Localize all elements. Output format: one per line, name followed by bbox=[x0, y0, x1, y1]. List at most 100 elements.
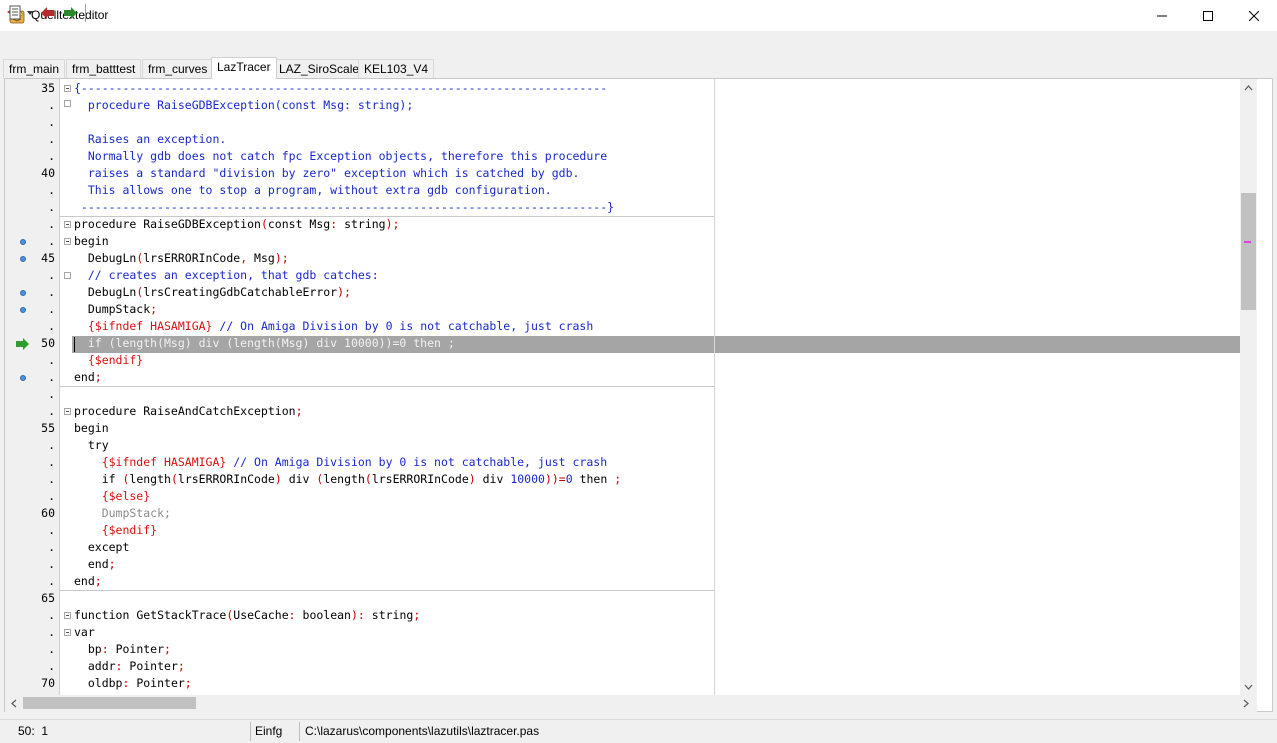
code-line: oldbp: Pointer; bbox=[74, 676, 192, 690]
line-dot: . bbox=[48, 608, 55, 622]
line-dot: . bbox=[48, 200, 55, 214]
code-line: ----------------------------------------… bbox=[74, 200, 615, 214]
breakpoint-marker[interactable] bbox=[20, 307, 26, 313]
title-bar bbox=[0, 0, 1277, 32]
code-line: raises a standard "division by zero" exc… bbox=[74, 166, 580, 180]
code-line-inactive: DumpStack; bbox=[74, 506, 171, 520]
tab-frm-batttest[interactable]: frm_batttest bbox=[66, 59, 142, 78]
vertical-scrollbar[interactable] bbox=[1240, 79, 1257, 695]
fold-toggle-icon[interactable] bbox=[64, 221, 71, 228]
code-line: Normally gdb does not catch fpc Exceptio… bbox=[74, 149, 608, 163]
fold-toggle-icon[interactable] bbox=[64, 85, 71, 92]
line-dot: . bbox=[48, 132, 55, 146]
toolbar bbox=[0, 31, 1277, 57]
status-separator bbox=[299, 722, 300, 741]
code-line: try bbox=[74, 438, 109, 452]
tab-frm-curves[interactable]: frm_curves bbox=[142, 59, 214, 78]
code-line: // creates an exception, that gdb catche… bbox=[74, 268, 379, 282]
fold-toggle-icon[interactable] bbox=[64, 629, 71, 636]
code-line: var bbox=[74, 625, 95, 639]
file-path: C:\lazarus\components\lazutils\laztracer… bbox=[305, 724, 540, 738]
code-line: {$endif} bbox=[74, 523, 158, 537]
line-dot: . bbox=[48, 472, 55, 486]
code-line: if (length(lrsERRORInCode) div (length(l… bbox=[74, 472, 622, 486]
code-line: procedure RaiseAndCatchException; bbox=[74, 404, 303, 418]
jump-list-button[interactable] bbox=[4, 3, 36, 23]
line-number: 65 bbox=[41, 591, 55, 605]
breakpoint-marker[interactable] bbox=[20, 375, 26, 381]
scroll-left-button[interactable] bbox=[5, 695, 22, 712]
code-line: DumpStack; bbox=[74, 302, 158, 316]
line-dot: . bbox=[48, 557, 55, 571]
line-dot: . bbox=[48, 438, 55, 452]
close-button[interactable] bbox=[1231, 0, 1277, 31]
cursor-position: 50: 1 bbox=[18, 724, 49, 738]
line-dot: . bbox=[48, 149, 55, 163]
line-dot: . bbox=[48, 625, 55, 639]
breakpoint-marker[interactable] bbox=[20, 290, 26, 296]
fold-toggle-icon[interactable] bbox=[64, 612, 71, 619]
text-caret bbox=[74, 337, 75, 352]
code-line: function GetStackTrace(UseCache: boolean… bbox=[74, 608, 421, 622]
scroll-down-button[interactable] bbox=[1240, 678, 1257, 695]
execution-point-arrow-icon bbox=[16, 338, 29, 350]
block-divider bbox=[60, 386, 714, 387]
line-dot: . bbox=[48, 285, 55, 299]
code-line: except bbox=[74, 540, 130, 554]
maximize-button[interactable] bbox=[1185, 0, 1231, 31]
toolbar-separator bbox=[85, 4, 86, 22]
tab-frm-main[interactable]: frm_main bbox=[3, 59, 66, 78]
fold-end-icon bbox=[64, 100, 71, 107]
scroll-up-button[interactable] bbox=[1240, 79, 1257, 96]
code-line-current: if (length(Msg) div (length(Msg) div 100… bbox=[74, 336, 455, 350]
chevron-right-icon bbox=[1243, 699, 1249, 708]
status-bar: 50: 1 Einfg C:\lazarus\components\lazuti… bbox=[0, 719, 1277, 743]
line-dot: . bbox=[48, 183, 55, 197]
code-line: {---------------------------------------… bbox=[74, 81, 608, 95]
status-separator bbox=[250, 722, 251, 741]
code-line: {$ifndef HASAMIGA} // On Amiga Division … bbox=[74, 455, 608, 469]
chevron-down-icon bbox=[1244, 684, 1253, 690]
code-line: end; bbox=[74, 557, 116, 571]
tab-kel103-v4[interactable]: KEL103_V4 bbox=[358, 59, 435, 78]
jump-forward-button[interactable] bbox=[61, 3, 79, 23]
arrow-right-icon bbox=[64, 7, 77, 19]
line-dot: . bbox=[48, 574, 55, 588]
jump-back-button[interactable] bbox=[39, 3, 57, 23]
chevron-up-icon bbox=[1244, 84, 1253, 90]
editor-tabs: frm_main frm_batttest frm_curves LazTrac… bbox=[0, 57, 1277, 79]
tab-laz-siroscale[interactable]: LAZ_SiroScale bbox=[273, 59, 366, 78]
vertical-scroll-thumb[interactable] bbox=[1241, 193, 1256, 310]
document-list-icon bbox=[7, 5, 33, 20]
line-dot: . bbox=[48, 268, 55, 282]
line-dot: . bbox=[48, 523, 55, 537]
code-line: {$endif} bbox=[74, 353, 144, 367]
scroll-position-marker bbox=[1244, 241, 1251, 243]
line-number: 35 bbox=[41, 81, 55, 95]
line-dot: . bbox=[48, 540, 55, 554]
fold-toggle-icon[interactable] bbox=[64, 238, 71, 245]
minimize-button[interactable] bbox=[1139, 0, 1185, 31]
chevron-left-icon bbox=[10, 699, 16, 708]
code-line: addr: Pointer; bbox=[74, 659, 185, 673]
breakpoint-marker[interactable] bbox=[20, 256, 26, 262]
arrow-left-icon bbox=[41, 7, 54, 19]
scroll-right-button[interactable] bbox=[1237, 695, 1254, 712]
code-line: This allows one to stop a program, witho… bbox=[74, 183, 552, 197]
line-dot: . bbox=[48, 98, 55, 112]
code-line: bp: Pointer; bbox=[74, 642, 171, 656]
line-number: 40 bbox=[41, 166, 55, 180]
line-dot: . bbox=[48, 353, 55, 367]
line-number: 60 bbox=[41, 506, 55, 520]
line-dot: . bbox=[48, 319, 55, 333]
tab-laztracer[interactable]: LazTracer bbox=[211, 57, 277, 79]
code-line: DebugLn(lrsERRORInCode, Msg); bbox=[74, 251, 289, 265]
breakpoint-marker[interactable] bbox=[20, 239, 26, 245]
horizontal-scroll-thumb[interactable] bbox=[23, 697, 196, 709]
line-number: 70 bbox=[41, 676, 55, 690]
fold-toggle-icon[interactable] bbox=[64, 408, 71, 415]
code-line: end; bbox=[74, 370, 102, 384]
line-dot: . bbox=[48, 659, 55, 673]
line-dot: . bbox=[48, 370, 55, 384]
insert-mode: Einfg bbox=[255, 724, 283, 738]
